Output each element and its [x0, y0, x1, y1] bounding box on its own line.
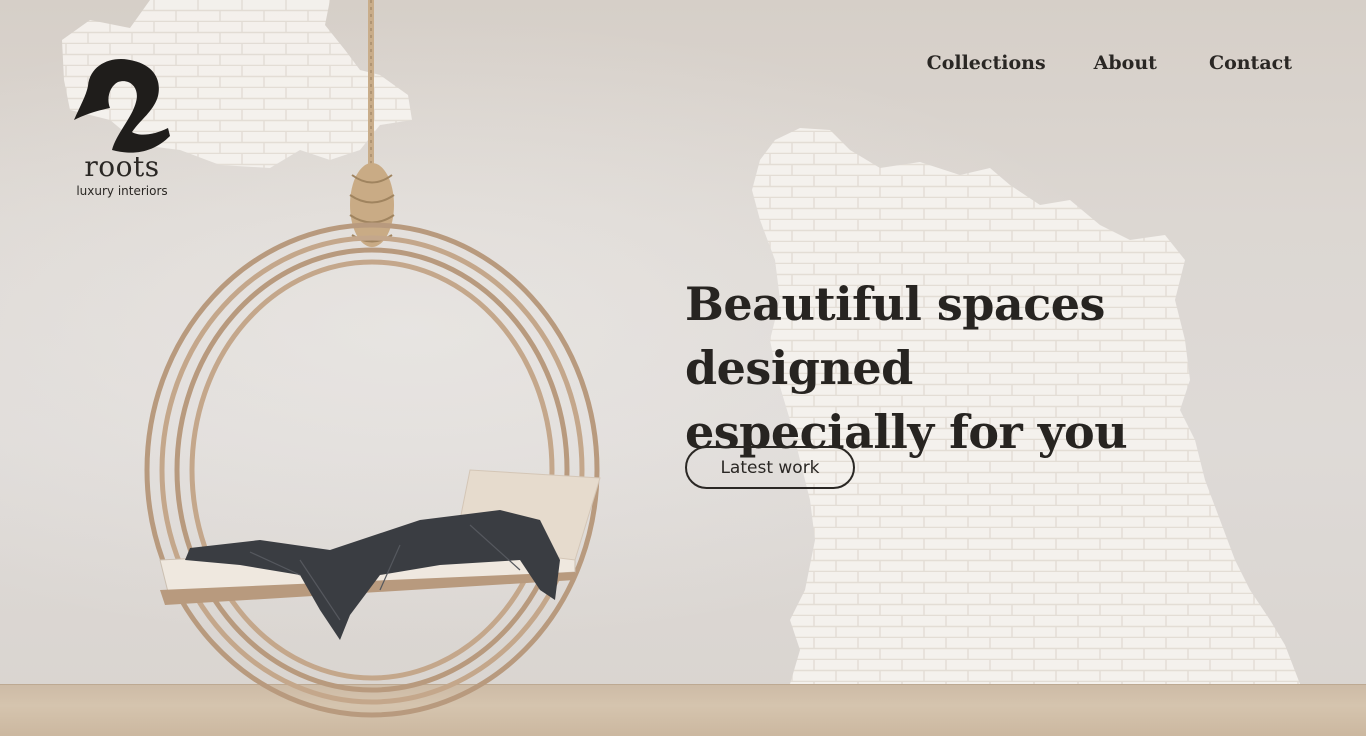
nav-link-about[interactable]: About — [1094, 52, 1157, 74]
brand-name: roots — [84, 150, 160, 183]
hero-section: roots luxury interiors Collections About… — [0, 0, 1366, 736]
numeral-two-mark-icon — [74, 59, 170, 153]
brand-tagline: luxury interiors — [76, 184, 168, 198]
latest-work-button[interactable]: Latest work — [685, 446, 855, 489]
main-navigation: Collections About Contact — [927, 52, 1292, 74]
hero-headline: Beautiful spaces designed especially for… — [685, 272, 1305, 464]
brand-logo[interactable]: roots luxury interiors — [64, 52, 180, 204]
nav-link-contact[interactable]: Contact — [1209, 52, 1292, 74]
nav-link-collections[interactable]: Collections — [927, 52, 1046, 74]
headline-line-1: Beautiful spaces designed — [685, 277, 1105, 395]
